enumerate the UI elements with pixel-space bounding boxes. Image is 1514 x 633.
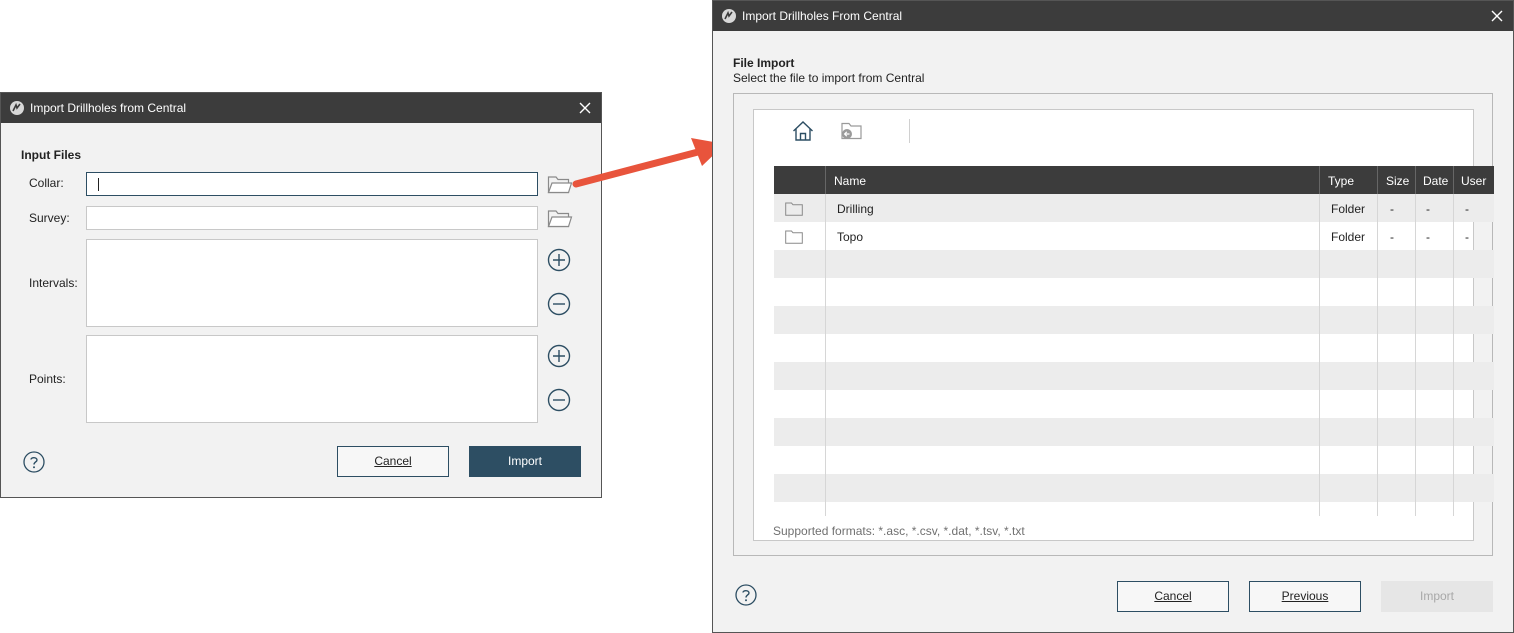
- table-row[interactable]: [774, 222, 1494, 250]
- title-bar[interactable]: Import Drillholes from Central: [1, 93, 601, 123]
- points-list[interactable]: [86, 335, 538, 423]
- home-icon[interactable]: [791, 119, 815, 143]
- help-icon[interactable]: [735, 584, 757, 606]
- column-header-size[interactable]: Size: [1386, 174, 1409, 188]
- import-label: Import: [1419, 589, 1454, 603]
- table-header: Name Type Size Date User: [774, 166, 1494, 194]
- points-label: Points:: [29, 372, 66, 386]
- intervals-label: Intervals:: [29, 276, 78, 290]
- file-browser-panel: Name Type Size Date User Drilling Folder…: [733, 93, 1494, 556]
- cancel-button[interactable]: Cancel: [337, 446, 449, 477]
- previous-label: Previous: [1281, 589, 1329, 603]
- table-row: [774, 250, 1494, 278]
- file-browser: Name Type Size Date User Drilling Folder…: [753, 109, 1494, 541]
- table-row: [774, 474, 1494, 502]
- column-divider: [1377, 166, 1378, 516]
- title-bar[interactable]: Import Drillholes From Central: [713, 1, 1513, 31]
- survey-label: Survey:: [29, 211, 70, 225]
- remove-circle-icon[interactable]: [547, 388, 571, 412]
- file-size: -: [1390, 202, 1394, 216]
- remove-circle-icon[interactable]: [547, 292, 571, 316]
- column-header-user[interactable]: User: [1461, 174, 1486, 188]
- section-subtitle: Select the file to import from Central: [733, 71, 925, 85]
- app-logo-icon: [10, 101, 24, 115]
- dialog-title: Import Drillholes from Central: [30, 101, 187, 115]
- column-header-type[interactable]: Type: [1328, 174, 1354, 188]
- table-row: [774, 362, 1494, 390]
- column-header-name[interactable]: Name: [834, 174, 866, 188]
- help-icon[interactable]: [23, 451, 45, 473]
- table-row: [774, 390, 1494, 418]
- table-row: [774, 278, 1494, 306]
- import-drillholes-file-dialog: Import Drillholes From Central File Impo…: [712, 0, 1514, 633]
- file-size: -: [1390, 230, 1394, 244]
- file-table[interactable]: Name Type Size Date User Drilling Folder…: [774, 166, 1494, 516]
- section-title: File Import: [733, 56, 795, 70]
- dialog-title: Import Drillholes From Central: [742, 9, 903, 23]
- back-folder-icon[interactable]: [840, 120, 864, 142]
- column-divider: [1453, 166, 1454, 516]
- folder-icon: [785, 230, 803, 244]
- file-user: -: [1465, 202, 1469, 216]
- table-row[interactable]: [774, 194, 1494, 222]
- callout-arrow-icon: [572, 138, 725, 188]
- supported-formats: Supported formats: *.asc, *.csv, *.dat, …: [773, 524, 1025, 538]
- import-button[interactable]: Import: [1381, 581, 1493, 612]
- close-icon[interactable]: [575, 98, 595, 118]
- file-user: -: [1465, 230, 1469, 244]
- cancel-label: Cancel: [1154, 589, 1192, 603]
- intervals-list[interactable]: [86, 239, 538, 327]
- table-row: [774, 306, 1494, 334]
- browse-folder-icon[interactable]: [547, 207, 573, 229]
- column-divider: [1319, 166, 1320, 516]
- import-label: Import: [507, 454, 542, 468]
- folder-icon: [785, 202, 803, 216]
- table-row: [774, 418, 1494, 446]
- text-caret: [98, 178, 99, 191]
- file-type: Folder: [1331, 230, 1366, 244]
- column-divider: [1415, 166, 1416, 516]
- file-name: Drilling: [837, 202, 874, 216]
- add-circle-icon[interactable]: [547, 344, 571, 368]
- cancel-label: Cancel: [374, 454, 412, 468]
- file-date: -: [1426, 202, 1430, 216]
- table-row: [774, 502, 1494, 516]
- import-button[interactable]: Import: [469, 446, 581, 477]
- survey-input[interactable]: [86, 206, 538, 230]
- add-circle-icon[interactable]: [547, 248, 571, 272]
- table-row: [774, 334, 1494, 362]
- file-date: -: [1426, 230, 1430, 244]
- column-header-date[interactable]: Date: [1423, 174, 1448, 188]
- section-title: Input Files: [21, 148, 81, 162]
- toolbar-divider: [909, 119, 910, 143]
- previous-button[interactable]: Previous: [1249, 581, 1361, 612]
- cancel-button[interactable]: Cancel: [1117, 581, 1229, 612]
- collar-input[interactable]: [86, 172, 538, 196]
- close-icon[interactable]: [1487, 6, 1507, 26]
- file-name: Topo: [837, 230, 864, 244]
- collar-label: Collar:: [29, 176, 64, 190]
- table-row: [774, 446, 1494, 474]
- app-logo-icon: [722, 9, 736, 23]
- import-drillholes-dialog: Import Drillholes from Central Input Fil…: [0, 92, 602, 498]
- file-type: Folder: [1331, 202, 1366, 216]
- column-divider: [825, 166, 826, 516]
